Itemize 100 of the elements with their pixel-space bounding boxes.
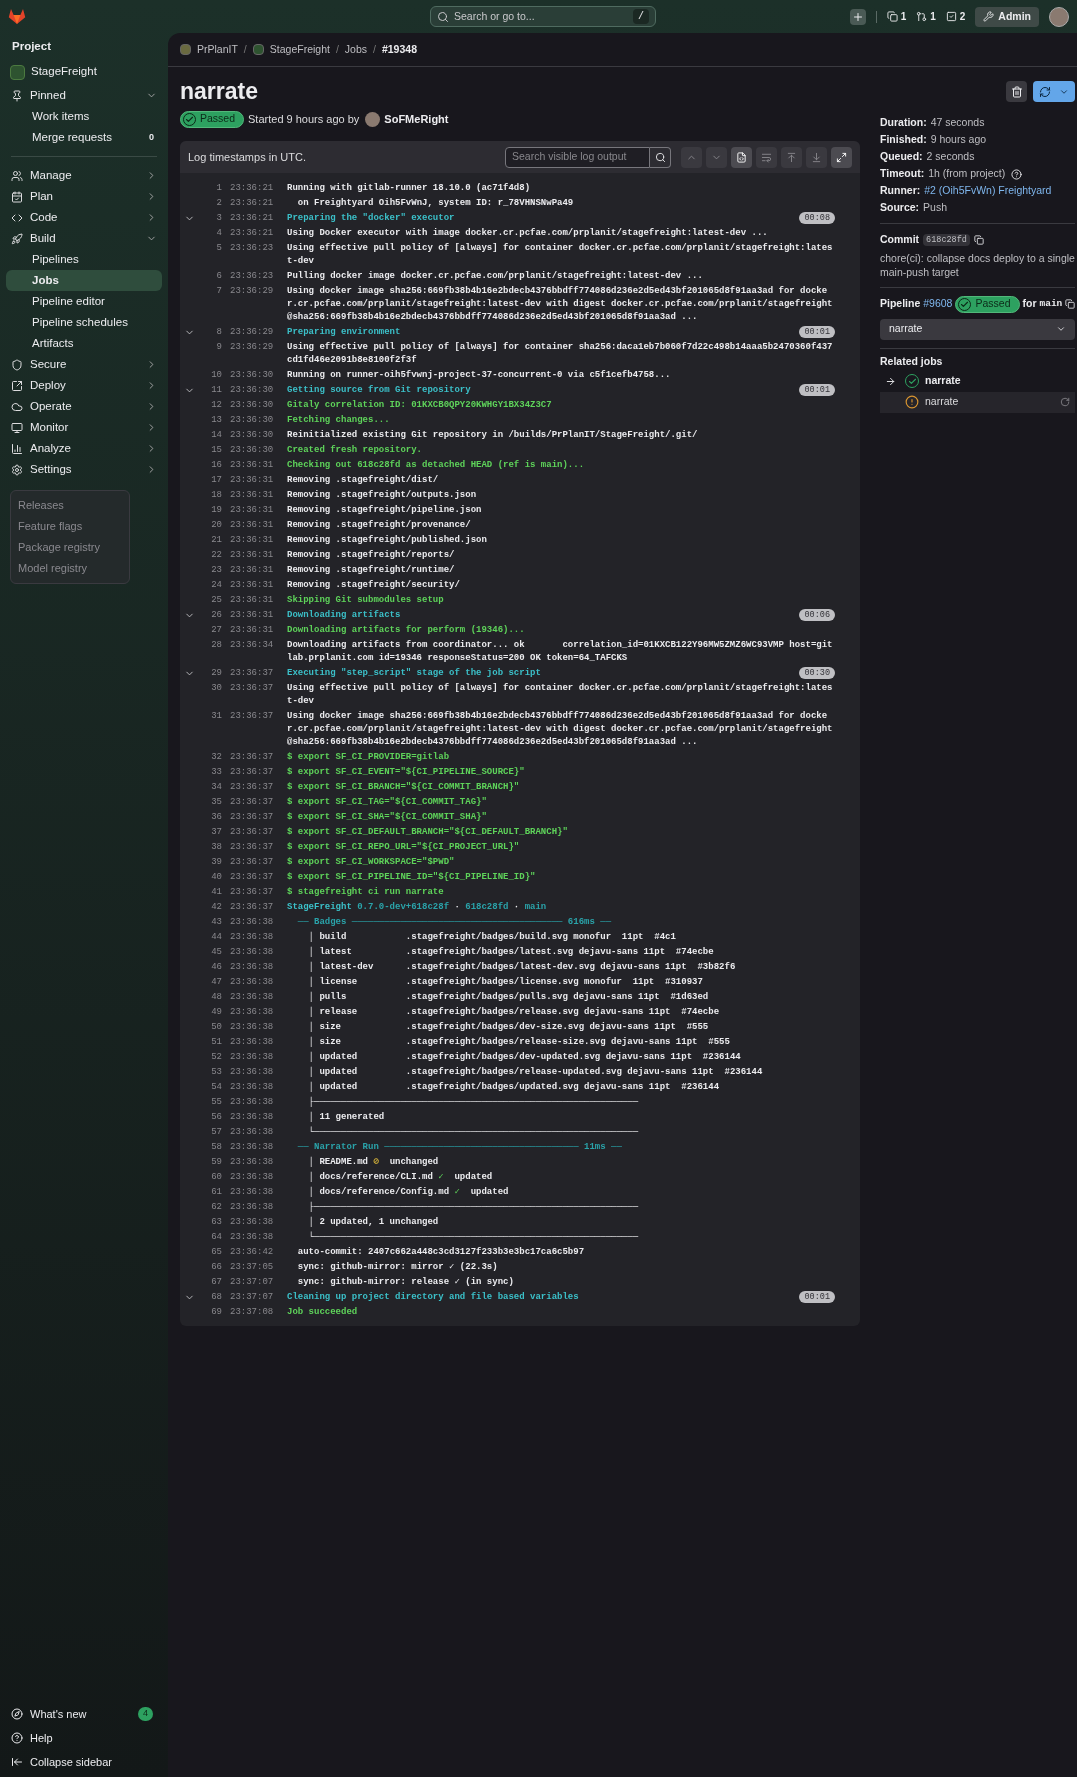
log-line-text: $ export SF_CI_BRANCH="${CI_COMMIT_BRANCH}" [287, 781, 521, 794]
nav-item[interactable]: Pipelines [6, 249, 162, 270]
line-number: 22 [210, 549, 222, 562]
nav-group[interactable]: Pinned [6, 85, 162, 106]
scroll-top-button[interactable] [781, 146, 802, 168]
nav-item[interactable]: Artifacts [6, 333, 162, 354]
log-line-text: │ build .stagefreight/badges/build.svg monofur 11pt #4c1 [307, 931, 677, 944]
flyout-menu-item[interactable]: Releases [18, 499, 64, 512]
log-line-text: Running with gitlab-runner 18.10.0 (ac71f4d8) [287, 182, 532, 195]
admin-button[interactable]: Admin [975, 6, 1039, 27]
sidebar-footer-item[interactable]: Help [6, 1726, 162, 1750]
stage-dropdown[interactable]: narrate [880, 318, 1076, 340]
shield-icon [11, 358, 23, 371]
nav-group[interactable]: Secure [6, 354, 162, 375]
log-timestamp: 23:36:37 [230, 682, 275, 695]
help-icon[interactable] [1011, 168, 1023, 180]
breadcrumb-link[interactable]: PrPlanIT [197, 41, 238, 58]
line-number: 65 [210, 1246, 222, 1259]
nav-group[interactable]: Code [6, 207, 162, 228]
log-line-text: $ export SF_CI_SHA="${CI_COMMIT_SHA}" [287, 811, 488, 824]
log-timestamp: 23:36:31 [230, 624, 275, 637]
related-jobs-heading: Related jobs [880, 353, 944, 369]
wrap-text-button[interactable] [756, 146, 777, 168]
log-line-text: $ export SF_CI_PIPELINE_ID="${CI_PIPELINE_ID}" [287, 871, 537, 884]
copy-counter[interactable]: 1 [886, 9, 907, 24]
log-timestamp: 23:36:23 [230, 270, 275, 283]
log-search-field[interactable]: Search visible log output [505, 146, 650, 168]
log-line-text: │ updated .stagefreight/badges/release-updated.svg dejavu-sans 11pt #236144 [307, 1066, 764, 1079]
log-timestamp: 23:36:29 [230, 326, 275, 339]
log-timestamp: 23:36:30 [230, 429, 275, 442]
detail-value: 2 seconds [926, 149, 975, 165]
user-avatar[interactable] [1049, 6, 1069, 27]
line-number: 1 [215, 182, 222, 195]
log-line-text: sync: github-mirror: release ✓ (in sync) [296, 1276, 515, 1289]
nav-group[interactable]: Build [6, 228, 162, 249]
pipeline-link[interactable]: #9608 [923, 296, 953, 313]
logo-icon[interactable] [8, 8, 26, 25]
nav-group[interactable]: Plan [6, 186, 162, 207]
runner-link[interactable]: #2 (Oih5FvWn) Freightyard [924, 183, 1052, 199]
pipeline-label: Pipeline [880, 296, 921, 312]
people-icon [11, 169, 23, 182]
line-number: 29 [210, 667, 222, 680]
search-field[interactable]: Search or go to... / [430, 6, 656, 27]
retry-button[interactable] [1033, 81, 1076, 102]
log-timestamp: 23:36:21 [230, 212, 275, 225]
nav-item[interactable]: Jobs [6, 270, 162, 291]
nav-item[interactable]: Pipeline editor [6, 291, 162, 312]
delete-button[interactable] [1006, 81, 1028, 102]
merge-request-counter[interactable]: 1 [916, 9, 936, 24]
commit-sha[interactable]: 618c28fd [923, 233, 970, 247]
log-line-text: Removing .stagefreight/reports/ [287, 549, 456, 562]
log-timestamp-note: Log timestamps in UTC. [188, 149, 307, 165]
line-number: 43 [210, 916, 222, 929]
detail-value: Push [923, 200, 948, 216]
log-timestamp: 23:36:38 [230, 1111, 275, 1124]
log-line-text: Using effective pull policy of [always] for container docker.cr.pcfae.com/prplanit/stagefreight:latest-dev [287, 242, 834, 268]
search-button[interactable] [650, 146, 671, 168]
nav-item[interactable]: Work items [6, 106, 162, 127]
user-link[interactable]: SoFMeRight [384, 110, 449, 128]
job-name: narrate [925, 394, 960, 410]
nav-group[interactable]: Settings [6, 459, 162, 480]
line-number: 35 [210, 796, 222, 809]
log-line-text: Using Docker executor with image docker.cr.pcfae.com/prplanit/stagefreight:latest-dev ... [287, 227, 769, 240]
fullscreen-button[interactable] [831, 146, 852, 168]
log-line-text: Removing .stagefreight/outputs.json [287, 489, 478, 502]
breadcrumb-link[interactable]: StageFreight [269, 41, 330, 58]
breadcrumb-link[interactable]: #19348 [381, 41, 417, 58]
copy-icon[interactable] [973, 234, 984, 245]
nav-group[interactable]: Analyze [6, 438, 162, 459]
flyout-menu-item[interactable]: Package registry [18, 541, 100, 554]
line-number: 2 [215, 197, 222, 210]
log-timestamp: 23:36:30 [230, 399, 275, 412]
section-duration-badge: 00:01 [799, 1291, 835, 1303]
log-timestamp: 23:36:38 [230, 1141, 275, 1154]
nav-item[interactable]: Pipeline schedules [6, 312, 162, 333]
create-new-button[interactable] [849, 8, 866, 25]
raw-log-button[interactable] [731, 146, 752, 168]
branch-ref[interactable]: main [1039, 297, 1063, 312]
breadcrumb-link[interactable]: Jobs [344, 41, 367, 58]
nav-group[interactable]: Manage [6, 165, 162, 186]
flyout-menu-item[interactable]: Model registry [18, 562, 88, 575]
sidebar-footer-item[interactable]: Collapse sidebar [6, 1750, 162, 1774]
todo-counter[interactable]: 2 [945, 9, 966, 24]
flyout-menu-item[interactable]: Feature flags [18, 520, 83, 533]
search-icon [437, 10, 449, 23]
nav-group[interactable]: Operate [6, 396, 162, 417]
project-name[interactable]: StageFreight [31, 63, 97, 81]
log-timestamp: 23:36:37 [230, 841, 275, 854]
log-line-text: Cleaning up project directory and file based variables [287, 1291, 580, 1304]
copy-icon[interactable] [1065, 299, 1076, 310]
nav-group[interactable]: Monitor [6, 417, 162, 438]
related-job[interactable]: narrate [880, 391, 1076, 413]
line-number: 45 [210, 946, 222, 959]
log-timestamp: 23:36:38 [230, 976, 275, 989]
log-line-text: Preparing environment [287, 326, 402, 339]
related-job[interactable]: narrate [880, 370, 1076, 392]
nav-item[interactable]: Merge requests 0 [6, 127, 162, 148]
rocket-icon [11, 232, 23, 245]
sidebar-footer-item[interactable]: What's new 4 [6, 1702, 162, 1726]
nav-group[interactable]: Deploy [6, 375, 162, 396]
